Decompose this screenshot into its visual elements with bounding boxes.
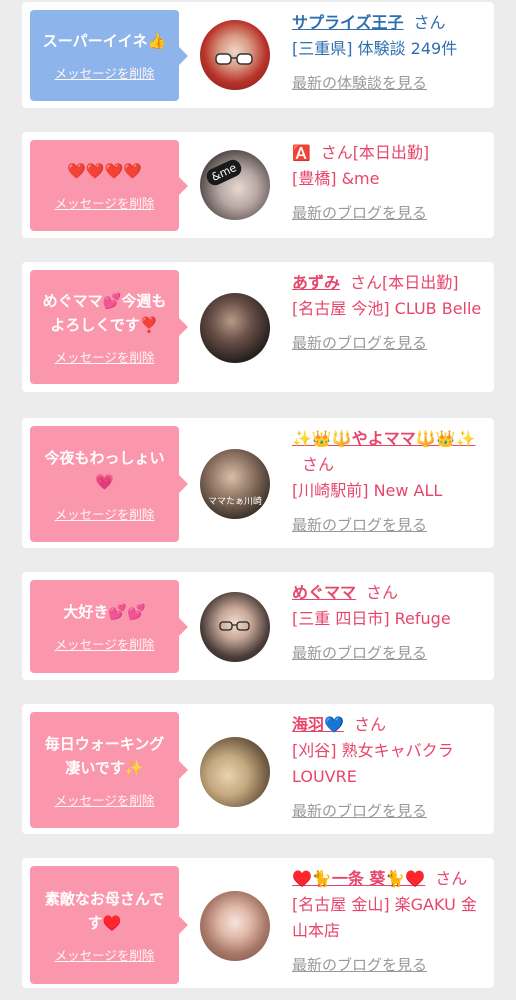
message-bubble: めぐママ💕今週もよろしくです❣️ メッセージを削除 (30, 270, 188, 384)
user-suffix: さん (302, 455, 335, 474)
delete-message-link[interactable]: メッセージを削除 (55, 347, 155, 366)
delete-message-link[interactable]: メッセージを削除 (55, 63, 155, 82)
list-item: ❤️❤️❤️❤️ メッセージを削除 &me 🅰️ さん[本日出勤] [豊橋] &m… (22, 132, 494, 238)
shop-info: [三重 四日市] Refuge (292, 609, 451, 628)
list-item: 大好き💕💕 メッセージを削除 めぐママ さん [三重 四日市] Refuge 最新… (22, 572, 494, 680)
glasses-icon (219, 621, 250, 631)
shop-info: [刈谷] 熟女キャバクラ LOUVRE (292, 741, 454, 786)
user-suffix: さん (413, 13, 446, 32)
message-list: スーパーイイネ👍 メッセージを削除 サプライズ王子 さん [三重県] 体験談 24… (0, 0, 516, 1000)
see-latest-link[interactable]: 最新のブログを見る (292, 514, 492, 535)
see-latest-link[interactable]: 最新のブログを見る (292, 800, 492, 821)
list-item: 素敵なお母さんです♥️ メッセージを削除 ♥️🐈一条 葵🐈♥️ さん [名古屋 金… (22, 858, 494, 988)
list-item: 今夜もわっしょい💗 メッセージを削除 ママたぁ川崎 ✨👑🔱やよママ🔱👑✨ さん [… (22, 418, 494, 548)
message-bubble: スーパーイイネ👍 メッセージを削除 (30, 10, 188, 101)
avatar[interactable] (200, 20, 270, 90)
delete-message-link[interactable]: メッセージを削除 (55, 193, 155, 212)
shop-info: [川崎駅前] New ALL (292, 481, 443, 500)
message-text: ❤️❤️❤️❤️ (67, 162, 142, 180)
delete-message-link[interactable]: メッセージを削除 (55, 634, 155, 653)
avatar[interactable]: ママたぁ川崎 (200, 449, 270, 519)
message-bubble: 素敵なお母さんです♥️ メッセージを削除 (30, 866, 188, 984)
shop-info: [名古屋 金山] 楽GAKU 金山本店 (292, 895, 477, 940)
message-text: スーパーイイネ👍 (42, 32, 167, 50)
see-latest-link[interactable]: 最新のブログを見る (292, 954, 492, 975)
avatar-overlay-text: ママたぁ川崎 (207, 497, 262, 507)
user-name-link[interactable]: めぐママ (292, 583, 356, 602)
list-item: スーパーイイネ👍 メッセージを削除 サプライズ王子 さん [三重県] 体験談 24… (22, 2, 494, 108)
user-info: めぐママ さん [三重 四日市] Refuge 最新のブログを見る (292, 580, 492, 663)
message-text: 毎日ウォーキング凄いです✨ (44, 734, 165, 777)
message-text: 素敵なお母さんです♥️ (44, 889, 165, 932)
delete-message-link[interactable]: メッセージを削除 (55, 790, 155, 809)
message-bubble: 今夜もわっしょい💗 メッセージを削除 (30, 426, 188, 542)
shop-info: [三重県] 体験談 249件 (292, 39, 458, 58)
shop-info: [名古屋 今池] CLUB Belle (292, 299, 482, 318)
message-text: めぐママ💕今週もよろしくです❣️ (42, 291, 167, 334)
user-info: サプライズ王子 さん [三重県] 体験談 249件 最新の体験談を見る (292, 10, 492, 93)
message-bubble: ❤️❤️❤️❤️ メッセージを削除 (30, 140, 188, 231)
sunglasses-icon (215, 53, 253, 65)
delete-message-link[interactable]: メッセージを削除 (55, 945, 155, 964)
shop-info: [豊橋] &me (292, 169, 380, 188)
see-latest-link[interactable]: 最新の体験談を見る (292, 72, 492, 93)
user-info: 海羽💙 さん [刈谷] 熟女キャバクラ LOUVRE 最新のブログを見る (292, 712, 492, 821)
user-name-link[interactable]: 海羽💙 (292, 715, 344, 734)
user-suffix: さん (435, 869, 468, 888)
user-suffix: さん[本日出勤] (320, 143, 430, 162)
message-bubble: 大好き💕💕 メッセージを削除 (30, 580, 188, 673)
avatar[interactable] (200, 891, 270, 961)
user-name-link[interactable]: サプライズ王子 (292, 13, 404, 32)
delete-message-link[interactable]: メッセージを削除 (55, 504, 155, 523)
see-latest-link[interactable]: 最新のブログを見る (292, 202, 492, 223)
user-name-link[interactable]: ✨👑🔱やよママ🔱👑✨ (292, 429, 476, 448)
message-text: 今夜もわっしょい💗 (44, 448, 165, 491)
list-item: めぐママ💕今週もよろしくです❣️ メッセージを削除 あずみ さん[本日出勤] [名… (22, 262, 494, 392)
avatar[interactable] (200, 737, 270, 807)
user-name-link[interactable]: ♥️🐈一条 葵🐈♥️ (292, 869, 425, 888)
avatar[interactable]: &me (200, 150, 270, 220)
see-latest-link[interactable]: 最新のブログを見る (292, 642, 492, 663)
user-suffix: さん (366, 583, 399, 602)
user-name-link[interactable]: 🅰️ (292, 144, 311, 162)
user-suffix: さん[本日出勤] (350, 273, 459, 292)
avatar[interactable] (200, 592, 270, 662)
user-name-link[interactable]: あずみ (292, 273, 340, 292)
message-text: 大好き💕💕 (63, 603, 146, 621)
user-info: あずみ さん[本日出勤] [名古屋 今池] CLUB Belle 最新のブログを見… (292, 270, 492, 353)
user-suffix: さん (353, 715, 386, 734)
user-info: ✨👑🔱やよママ🔱👑✨ さん [川崎駅前] New ALL 最新のブログを見る (292, 426, 492, 535)
message-bubble: 毎日ウォーキング凄いです✨ メッセージを削除 (30, 712, 188, 828)
user-info: 🅰️ さん[本日出勤] [豊橋] &me 最新のブログを見る (292, 140, 492, 223)
list-item: 毎日ウォーキング凄いです✨ メッセージを削除 海羽💙 さん [刈谷] 熟女キャバク… (22, 704, 494, 834)
user-info: ♥️🐈一条 葵🐈♥️ さん [名古屋 金山] 楽GAKU 金山本店 最新のブログを… (292, 866, 492, 975)
avatar-overlay-text: &me (204, 157, 244, 188)
see-latest-link[interactable]: 最新のブログを見る (292, 332, 492, 353)
avatar[interactable] (200, 293, 270, 363)
